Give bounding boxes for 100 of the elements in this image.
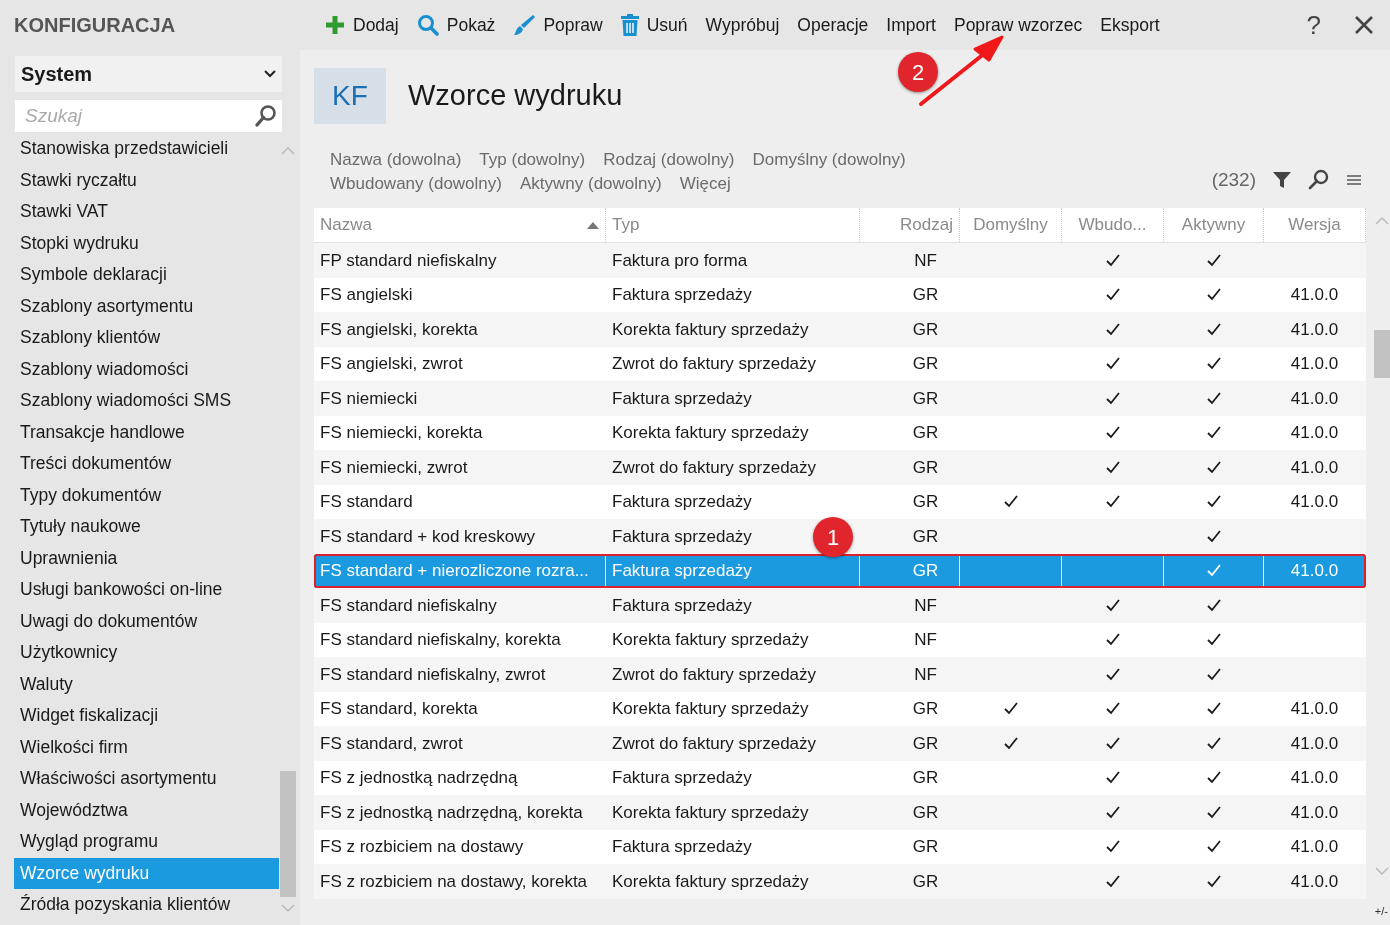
table-cell-text: FS standard + kod kreskowy xyxy=(320,525,535,548)
sidebar-item[interactable]: Symbole deklaracji xyxy=(14,259,279,291)
filter-link[interactable]: Więcej xyxy=(679,172,731,196)
table-row[interactable]: FS niemiecki Faktura sprzedaży GR 41.0.0 xyxy=(314,381,1366,416)
sidebar-item[interactable]: Szablony asortymentu xyxy=(14,290,279,322)
sidebar-item[interactable]: Źródła pozyskania klientów xyxy=(14,889,279,921)
table-cell-text: 41.0.0 xyxy=(1290,422,1339,444)
table-cell-text: Faktura sprzedaży xyxy=(612,767,752,789)
table-row[interactable]: FS z jednostką nadrzędną, korekta Korekta faktury sprzedaży GR 41.0.0 xyxy=(314,795,1366,830)
page-title: Wzorce wydruku xyxy=(408,78,623,114)
scroll-down-icon[interactable] xyxy=(1375,866,1389,876)
search-icon[interactable] xyxy=(1308,168,1330,191)
table-cell-text: GR xyxy=(912,767,939,789)
table-row[interactable]: FS standard Faktura sprzedaży GR 41.0.0 xyxy=(314,484,1366,519)
sidebar-item[interactable]: Stawki ryczałtu xyxy=(14,164,279,196)
scrollbar-thumb[interactable] xyxy=(280,771,296,897)
table-cell-text: FS angielski, zwrot xyxy=(320,353,463,375)
sidebar-item[interactable]: Właściwości asortymentu xyxy=(14,763,279,795)
sidebar-item[interactable]: Tytuły naukowe xyxy=(14,511,279,543)
toolbar-button[interactable]: Popraw wzorzec xyxy=(944,11,1092,39)
table-cell-text: Zwrot do faktury sprzedaży xyxy=(612,732,817,755)
toolbar-button[interactable]: Operacje xyxy=(788,11,878,39)
filter-link[interactable]: Domyślny (dowolny) xyxy=(752,148,906,172)
section-dropdown[interactable]: System xyxy=(15,56,282,92)
sidebar-item[interactable]: Użytkownicy xyxy=(14,637,279,669)
table-cell-text: 41.0.0 xyxy=(1290,456,1339,479)
sidebar-item[interactable]: Transakcje handlowe xyxy=(14,416,279,448)
sidebar-item[interactable]: Treści dokumentów xyxy=(14,448,279,480)
filter-link[interactable]: Aktywny (dowolny) xyxy=(519,172,662,196)
table-cell-text: FS angielski, korekta xyxy=(320,318,478,341)
table-row[interactable]: FS angielski, zwrot Zwrot do faktury sprzedaży GR 41.0.0 xyxy=(314,346,1366,381)
table-row[interactable]: FS standard niefiskalny, korekta Korekta faktury sprzedaży NF xyxy=(314,622,1366,657)
sidebar-item[interactable]: Województwa xyxy=(14,794,279,826)
table-cell-text: 41.0.0 xyxy=(1290,698,1339,720)
filter-icon[interactable] xyxy=(1272,169,1292,190)
table-cell-text: GR xyxy=(912,353,939,375)
toolbar-button[interactable]: Popraw xyxy=(504,11,612,39)
toolbar-button[interactable]: Wypróbuj xyxy=(696,11,789,39)
column-header[interactable]: Wbudo... xyxy=(1062,208,1164,242)
table-cell-text: Faktura pro forma xyxy=(612,249,748,272)
sidebar-item[interactable]: Szablony klientów xyxy=(14,322,279,354)
table-row[interactable]: FS angielski, korekta Korekta faktury sprzedaży GR 41.0.0 xyxy=(314,312,1366,347)
sidebar-item[interactable]: Wielkości firm xyxy=(14,731,279,763)
help-button[interactable]: ? xyxy=(1297,5,1330,45)
sidebar-item[interactable]: Usługi bankowości on-line xyxy=(14,574,279,606)
table-row[interactable]: FS standard, korekta Korekta faktury sprzedaży GR 41.0.0 xyxy=(314,691,1366,726)
sidebar-item[interactable]: Waluty xyxy=(14,668,279,700)
column-header[interactable]: Nazwa xyxy=(314,208,606,242)
table-cell-text: FS angielski xyxy=(320,284,413,306)
record-count: (232) xyxy=(1211,167,1256,192)
column-header[interactable]: Domyślny xyxy=(960,208,1062,242)
table-row[interactable]: FS z rozbiciem na dostawy Faktura sprzedaży GR 41.0.0 xyxy=(314,829,1366,864)
sidebar-item[interactable]: Szablony wiadomości xyxy=(14,353,279,385)
column-header[interactable]: Aktywny xyxy=(1164,208,1264,242)
filter-link[interactable]: Wbudowany (dowolny) xyxy=(330,172,502,196)
table-row[interactable]: FS standard niefiskalny, zwrot Zwrot do faktury sprzedaży NF xyxy=(314,657,1366,692)
table-cell-text: Faktura sprzedaży xyxy=(612,594,752,617)
sidebar-item[interactable]: Uprawnienia xyxy=(14,542,279,574)
scroll-up-icon[interactable] xyxy=(1375,216,1389,226)
toolbar-button[interactable]: Dodaj xyxy=(316,11,408,39)
filter-link[interactable]: Nazwa (dowolna) xyxy=(330,148,462,172)
sidebar-item[interactable]: Stawki VAT xyxy=(14,196,279,228)
toolbar-button[interactable]: Usuń xyxy=(611,11,697,39)
scrollbar-thumb[interactable] xyxy=(1374,330,1390,378)
column-header[interactable]: Rodzaj xyxy=(860,208,960,242)
table-cell-text: 41.0.0 xyxy=(1290,284,1339,306)
filter-link[interactable]: Typ (dowolny) xyxy=(479,148,586,172)
table-cell-text: FP standard niefiskalny xyxy=(320,249,497,272)
scroll-down-icon[interactable] xyxy=(281,903,295,913)
column-header[interactable]: Typ xyxy=(606,208,860,242)
table-row[interactable]: FS angielski Faktura sprzedaży GR 41.0.0 xyxy=(314,277,1366,312)
sidebar-item[interactable]: Widget fiskalizacji xyxy=(14,700,279,732)
toolbar-button[interactable]: Import xyxy=(877,11,945,39)
table-cell-text: GR xyxy=(912,801,939,824)
table-row[interactable]: FS standard, zwrot Zwrot do faktury sprzedaży GR 41.0.0 xyxy=(314,726,1366,761)
sidebar-item[interactable]: Uwagi do dokumentów xyxy=(14,605,279,637)
table-row[interactable]: FS niemiecki, zwrot Zwrot do faktury sprzedaży GR 41.0.0 xyxy=(314,450,1366,485)
table-row[interactable]: FS standard niefiskalny Faktura sprzedaży NF xyxy=(314,588,1366,623)
table-cell-text: FS niemiecki, zwrot xyxy=(320,456,468,479)
toolbar-button[interactable]: Eksport xyxy=(1091,11,1169,39)
filter-link[interactable]: Rodzaj (dowolny) xyxy=(603,148,735,172)
table-row[interactable]: FS niemiecki, korekta Korekta faktury sprzedaży GR 41.0.0 xyxy=(314,415,1366,450)
table-row[interactable]: FS z rozbiciem na dostawy, korekta Korekta faktury sprzedaży GR 41.0.0 xyxy=(314,864,1366,899)
menu-icon[interactable] xyxy=(1346,172,1362,187)
table-cell-text: Faktura sprzedaży xyxy=(612,836,752,858)
toolbar-button[interactable]: Pokaż xyxy=(407,11,505,39)
sidebar-item[interactable]: Typy dokumentów xyxy=(14,479,279,511)
table-row[interactable]: FP standard niefiskalny Faktura pro forma NF xyxy=(314,243,1366,278)
close-icon[interactable] xyxy=(1354,15,1374,35)
zoom-toggle[interactable]: +/- xyxy=(1374,903,1388,920)
sidebar-item[interactable]: Szablony wiadomości SMS xyxy=(14,385,279,417)
table-row[interactable]: FS z jednostką nadrzędną Faktura sprzedaży GR 41.0.0 xyxy=(314,760,1366,795)
sidebar-item[interactable]: Stopki wydruku xyxy=(14,227,279,259)
table-cell-text: FS z jednostką nadrzędną, korekta xyxy=(320,801,583,824)
sidebar-item[interactable]: Wygląd programu xyxy=(14,826,279,858)
table-cell-text: GR xyxy=(912,422,939,444)
table-cell-text: GR xyxy=(912,836,939,858)
sidebar-item[interactable]: Stanowiska przedstawicieli xyxy=(14,133,279,165)
scroll-up-icon[interactable] xyxy=(281,146,295,156)
table-cell-text: GR xyxy=(912,525,939,548)
